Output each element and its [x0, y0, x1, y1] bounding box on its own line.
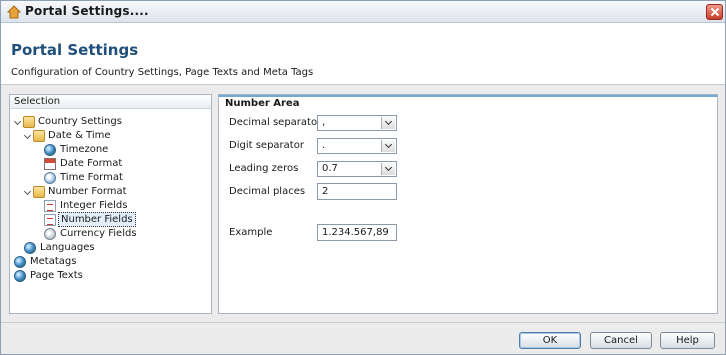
digit-separator-label: Digit separator	[229, 140, 304, 151]
clock-icon	[44, 172, 56, 184]
dialog-footer: OK Cancel Help	[1, 322, 725, 354]
help-button[interactable]: Help	[660, 332, 715, 349]
document-icon	[44, 214, 56, 226]
header: Portal Settings Configuration of Country…	[1, 23, 725, 85]
portal-settings-window: Portal Settings.... Portal Settings Conf…	[0, 0, 726, 355]
tree-item-label: Currency Fields	[60, 228, 137, 239]
tree-header: Selection	[10, 95, 211, 109]
tree-item-label: Page Texts	[30, 270, 83, 281]
tree-item-label: Metatags	[30, 256, 77, 267]
chevron-down-icon[interactable]	[381, 140, 395, 152]
ok-button[interactable]: OK	[519, 332, 581, 349]
expand-icon[interactable]	[14, 118, 22, 126]
title-bar[interactable]: Portal Settings....	[1, 1, 725, 23]
tree-item-label: Languages	[40, 242, 95, 253]
digit-separator-value: .	[322, 140, 326, 151]
tree-item-label: Date & Time	[48, 130, 111, 141]
expand-icon[interactable]	[24, 132, 32, 140]
decimal-separator-label: Decimal separator	[229, 117, 322, 128]
globe-icon	[24, 242, 36, 254]
decimal-places-label: Decimal places	[229, 186, 306, 197]
tree-item-label: Number Fields	[58, 212, 136, 227]
leading-zeros-label: Leading zeros	[229, 163, 299, 174]
tree-item-label: Number Format	[48, 186, 127, 197]
tree-item-label: Date Format	[60, 158, 123, 169]
globe-icon	[14, 256, 26, 268]
selection-tree: Selection Country Settings Date & Time T…	[9, 94, 212, 314]
number-area-panel: Number Area Decimal separator , Digit se…	[218, 94, 718, 314]
example-field: 1.234.567,89	[317, 224, 397, 241]
chevron-down-icon[interactable]	[381, 163, 395, 175]
leading-zeros-value: 0.7	[322, 163, 338, 174]
chevron-down-icon[interactable]	[381, 117, 395, 129]
expand-icon[interactable]	[24, 188, 32, 196]
decimal-separator-value: ,	[322, 117, 326, 128]
page-title: Portal Settings	[11, 41, 139, 59]
example-label: Example	[229, 227, 273, 238]
tree-item-label: Integer Fields	[60, 200, 128, 211]
digit-separator-select[interactable]: .	[317, 138, 397, 154]
tree-item-label: Timezone	[60, 144, 109, 155]
decimal-places-input[interactable]: 2	[317, 183, 397, 200]
document-icon	[44, 200, 56, 212]
leading-zeros-select[interactable]: 0.7	[317, 161, 397, 177]
decimal-separator-select[interactable]: ,	[317, 115, 397, 131]
folder-icon	[33, 130, 45, 142]
close-button[interactable]	[706, 4, 723, 20]
folder-icon	[33, 186, 45, 198]
tree-item-label: Time Format	[60, 172, 123, 183]
coin-icon	[44, 228, 56, 240]
calendar-icon	[44, 158, 56, 170]
folder-icon	[23, 116, 35, 128]
cancel-button[interactable]: Cancel	[590, 332, 652, 349]
number-area-title: Number Area	[219, 95, 717, 110]
page-subtitle: Configuration of Country Settings, Page …	[11, 67, 314, 78]
globe-icon	[44, 144, 56, 156]
globe-icon	[14, 270, 26, 282]
tree-item-label: Country Settings	[38, 116, 122, 127]
app-icon	[7, 5, 21, 19]
window-title: Portal Settings....	[25, 4, 149, 18]
